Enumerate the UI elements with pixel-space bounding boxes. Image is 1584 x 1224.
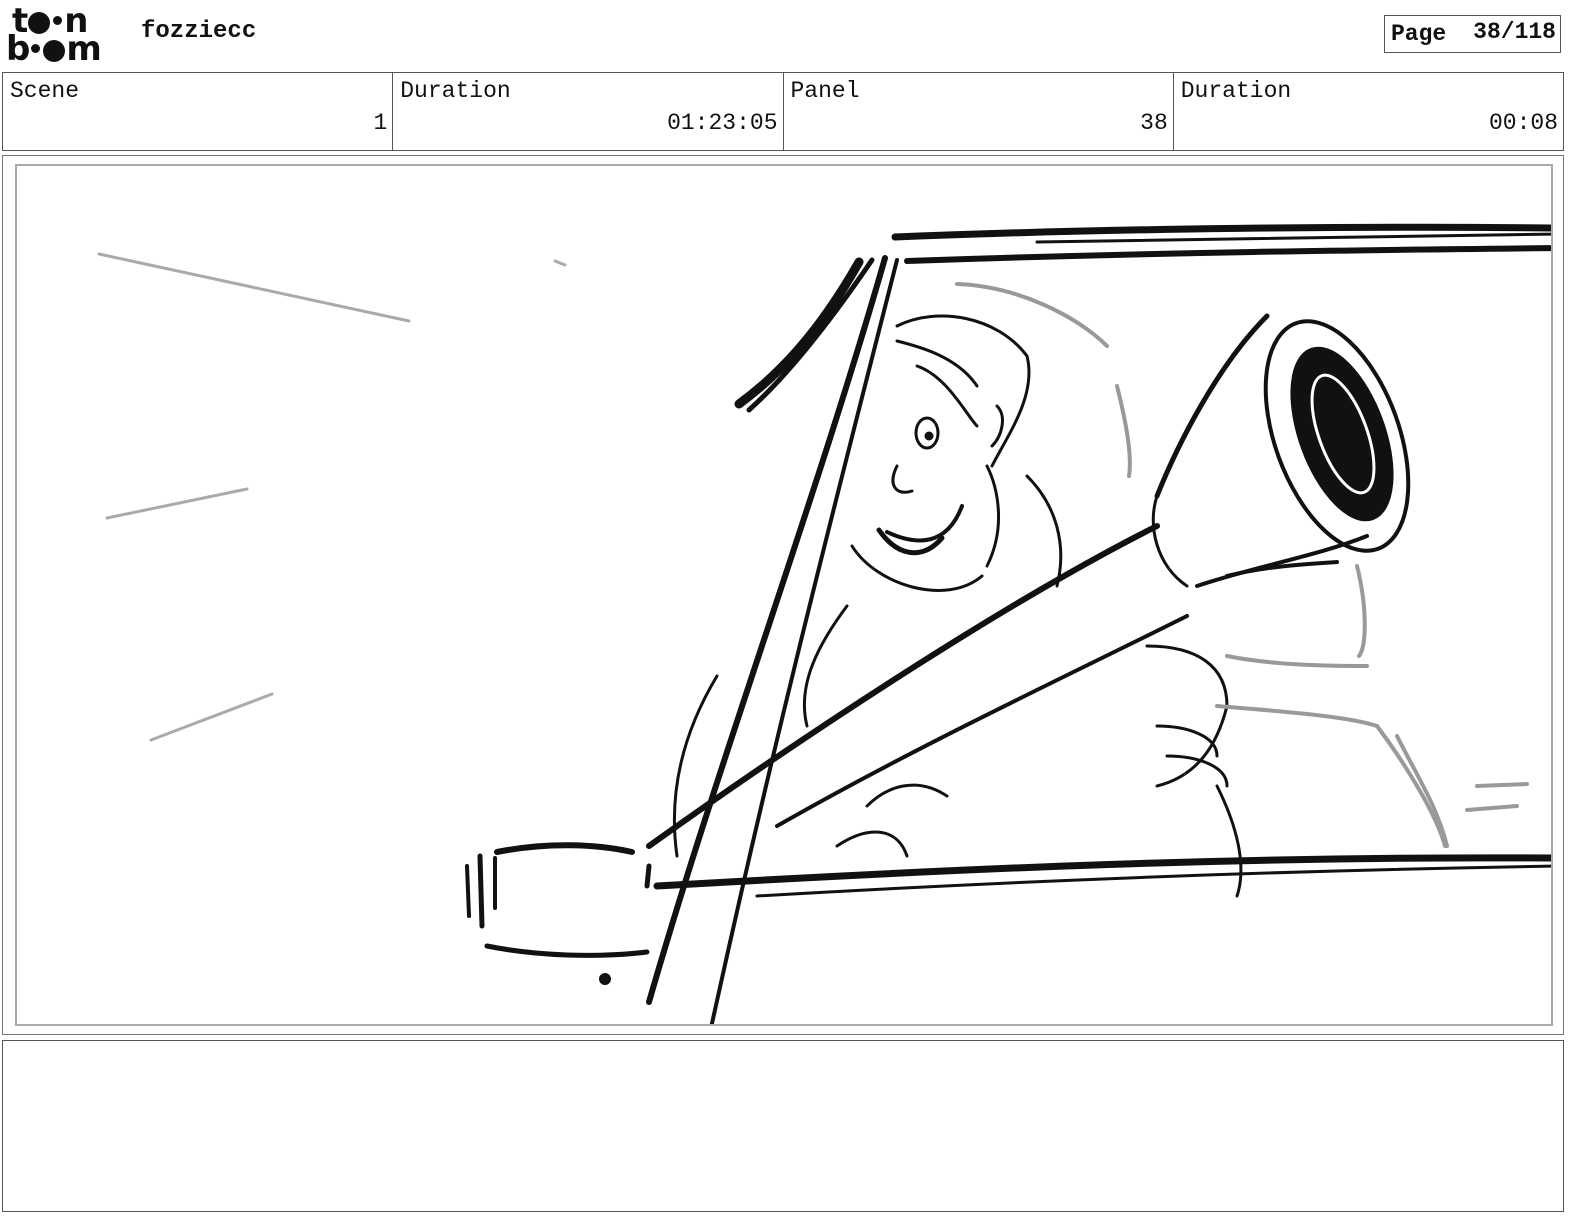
panel-label: Panel <box>790 78 860 104</box>
scene-duration-label: Duration <box>400 78 511 104</box>
car-door <box>653 854 1551 898</box>
scene-value: 1 <box>373 110 388 136</box>
panel-duration-label: Duration <box>1180 78 1292 104</box>
speed-lines <box>97 252 567 742</box>
scene-duration-cell: Duration 01:23:05 <box>393 73 784 150</box>
megaphone <box>1151 313 1411 588</box>
car-roof <box>891 223 1551 264</box>
panel-cell: Panel 38 <box>784 73 1174 150</box>
notes-area <box>2 1040 1564 1212</box>
storyboard-sketch <box>97 223 1551 1024</box>
panel-duration-cell: Duration 00:08 <box>1174 73 1563 150</box>
project-name: fozziecc <box>141 18 257 45</box>
panel-duration-value: 00:08 <box>1488 110 1558 136</box>
panel-frame <box>2 155 1564 1035</box>
toon-boom-logo: tn bm <box>6 1 102 69</box>
scene-duration-value: 01:23:05 <box>667 110 778 136</box>
side-mirror <box>465 842 652 985</box>
character-head <box>850 314 1031 592</box>
panel-image <box>15 164 1553 1026</box>
scene-cell: Scene 1 <box>3 73 394 150</box>
car-interior <box>955 282 1529 848</box>
info-bar: Scene 1 Duration 01:23:05 Panel 38 Durat… <box>2 72 1564 151</box>
panel-value: 38 <box>1140 110 1168 136</box>
page-label: Page <box>1391 21 1447 47</box>
page-value: 38/118 <box>1473 19 1556 45</box>
windshield-pillars <box>646 255 899 1024</box>
scene-label: Scene <box>10 78 80 104</box>
strap-lines <box>646 523 1189 849</box>
page-indicator: Page 38/118 <box>1384 15 1561 53</box>
